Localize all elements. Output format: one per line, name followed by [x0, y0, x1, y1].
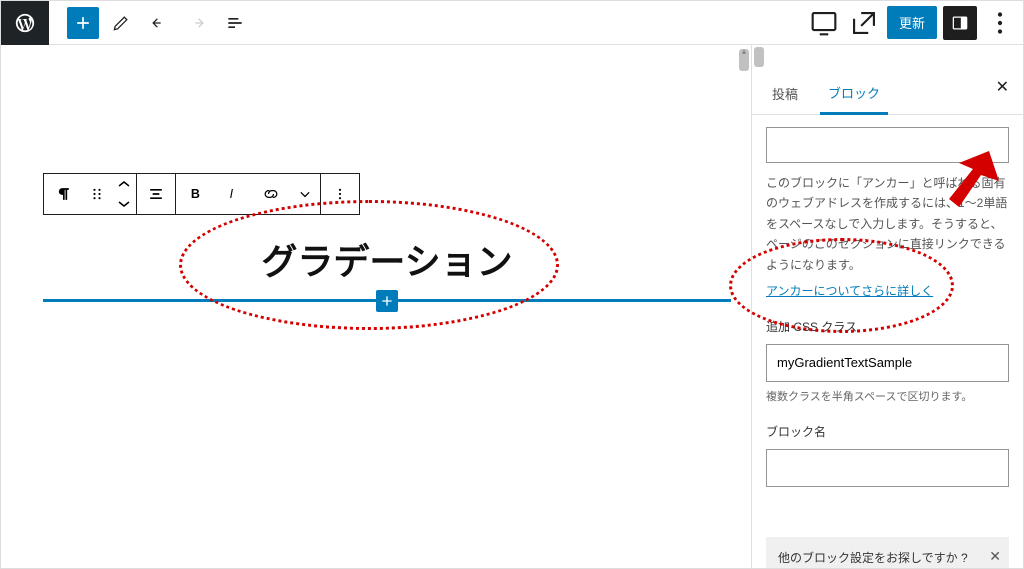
document-overview-button[interactable] [219, 7, 251, 39]
plus-icon [73, 13, 93, 33]
anchor-input[interactable] [766, 127, 1009, 163]
align-button[interactable] [137, 174, 175, 214]
css-class-help: 複数クラスを半角スペースで区切ります。 [766, 388, 1009, 407]
settings-sidebar: 投稿 ブロック ✕ このブロックに「アンカー」と呼ばれる固有のウェブアドレスを作… [751, 45, 1023, 568]
heading-block[interactable]: グラデーション [43, 227, 731, 302]
anchor-learn-more-link[interactable]: アンカーについてさらに詳しく [766, 284, 933, 298]
bold-icon: B [185, 184, 205, 204]
css-class-label: 追加 CSS クラス [766, 317, 1009, 337]
list-view-icon [225, 13, 245, 33]
plus-icon [379, 293, 395, 309]
more-rich-text-button[interactable] [290, 174, 320, 214]
block-separator [43, 299, 731, 302]
heading-text[interactable]: グラデーション [43, 227, 731, 295]
tab-post[interactable]: 投稿 [764, 76, 806, 113]
paragraph-icon [53, 184, 73, 204]
block-inserter-button[interactable] [67, 7, 99, 39]
top-toolbar: 更新 [1, 1, 1023, 45]
sidebar-notice: 他のブロック設定をお探しですか ? 「スタイル」タブに移動しました。 ✕ [766, 537, 1009, 568]
settings-panel-toggle[interactable] [943, 6, 977, 40]
link-icon [261, 184, 281, 204]
wordpress-logo[interactable] [1, 1, 49, 45]
italic-button[interactable]: I [214, 174, 252, 214]
sidebar-scrollbar[interactable] [752, 45, 1023, 67]
bold-button[interactable]: B [176, 174, 214, 214]
sidebar-tabs: 投稿 ブロック ✕ [752, 67, 1023, 115]
block-options-button[interactable] [321, 174, 359, 214]
drag-handle[interactable] [82, 174, 112, 214]
canvas-scrollbar[interactable] [1, 45, 751, 71]
redo-button[interactable] [181, 7, 213, 39]
align-icon [146, 184, 166, 204]
preview-button[interactable] [847, 6, 881, 40]
tools-button[interactable] [105, 7, 137, 39]
notice-dismiss-button[interactable]: ✕ [989, 545, 1001, 567]
view-button[interactable] [807, 6, 841, 40]
undo-button[interactable] [143, 7, 175, 39]
more-vertical-icon [330, 184, 350, 204]
options-button[interactable] [983, 6, 1017, 40]
more-vertical-icon [983, 6, 1017, 40]
link-button[interactable] [252, 174, 290, 214]
toolbar-right-group: 更新 [807, 6, 1017, 40]
chevron-up-icon [117, 179, 131, 189]
scroll-up-icon: ▴ [738, 45, 750, 57]
svg-text:B: B [191, 187, 200, 201]
chevron-down-icon [295, 184, 315, 204]
block-type-button[interactable] [44, 174, 82, 214]
redo-icon [187, 13, 207, 33]
tab-block[interactable]: ブロック [820, 75, 888, 115]
update-button[interactable]: 更新 [887, 6, 937, 39]
pencil-icon [111, 13, 131, 33]
editor-canvas: B I グラデーション [1, 45, 751, 568]
external-link-icon [847, 6, 881, 40]
toolbar-left-group [1, 1, 251, 44]
blockname-label: ブロック名 [766, 422, 1009, 442]
css-class-input[interactable] [766, 344, 1009, 382]
anchor-description: このブロックに「アンカー」と呼ばれる固有のウェブアドレスを作成するには、1～2単… [766, 173, 1009, 275]
sidebar-body: このブロックに「アンカー」と呼ばれる固有のウェブアドレスを作成するには、1～2単… [752, 115, 1023, 568]
drag-icon [87, 184, 107, 204]
desktop-icon [807, 6, 841, 40]
block-toolbar: B I [43, 173, 360, 215]
sidebar-icon [950, 13, 970, 33]
blockname-input[interactable] [766, 449, 1009, 487]
close-sidebar-button[interactable]: ✕ [996, 77, 1009, 97]
wordpress-icon [14, 12, 36, 34]
move-up-button[interactable] [112, 174, 136, 194]
svg-text:I: I [230, 187, 234, 201]
move-down-button[interactable] [112, 194, 136, 214]
chevron-down-icon [117, 199, 131, 209]
undo-icon [149, 13, 169, 33]
italic-icon: I [223, 184, 243, 204]
notice-text: 他のブロック設定をお探しですか ? 「スタイル」タブに移動しました。 [778, 551, 970, 568]
block-appender-button[interactable] [376, 290, 398, 312]
main-scrollbar[interactable]: ▴ [738, 45, 750, 568]
